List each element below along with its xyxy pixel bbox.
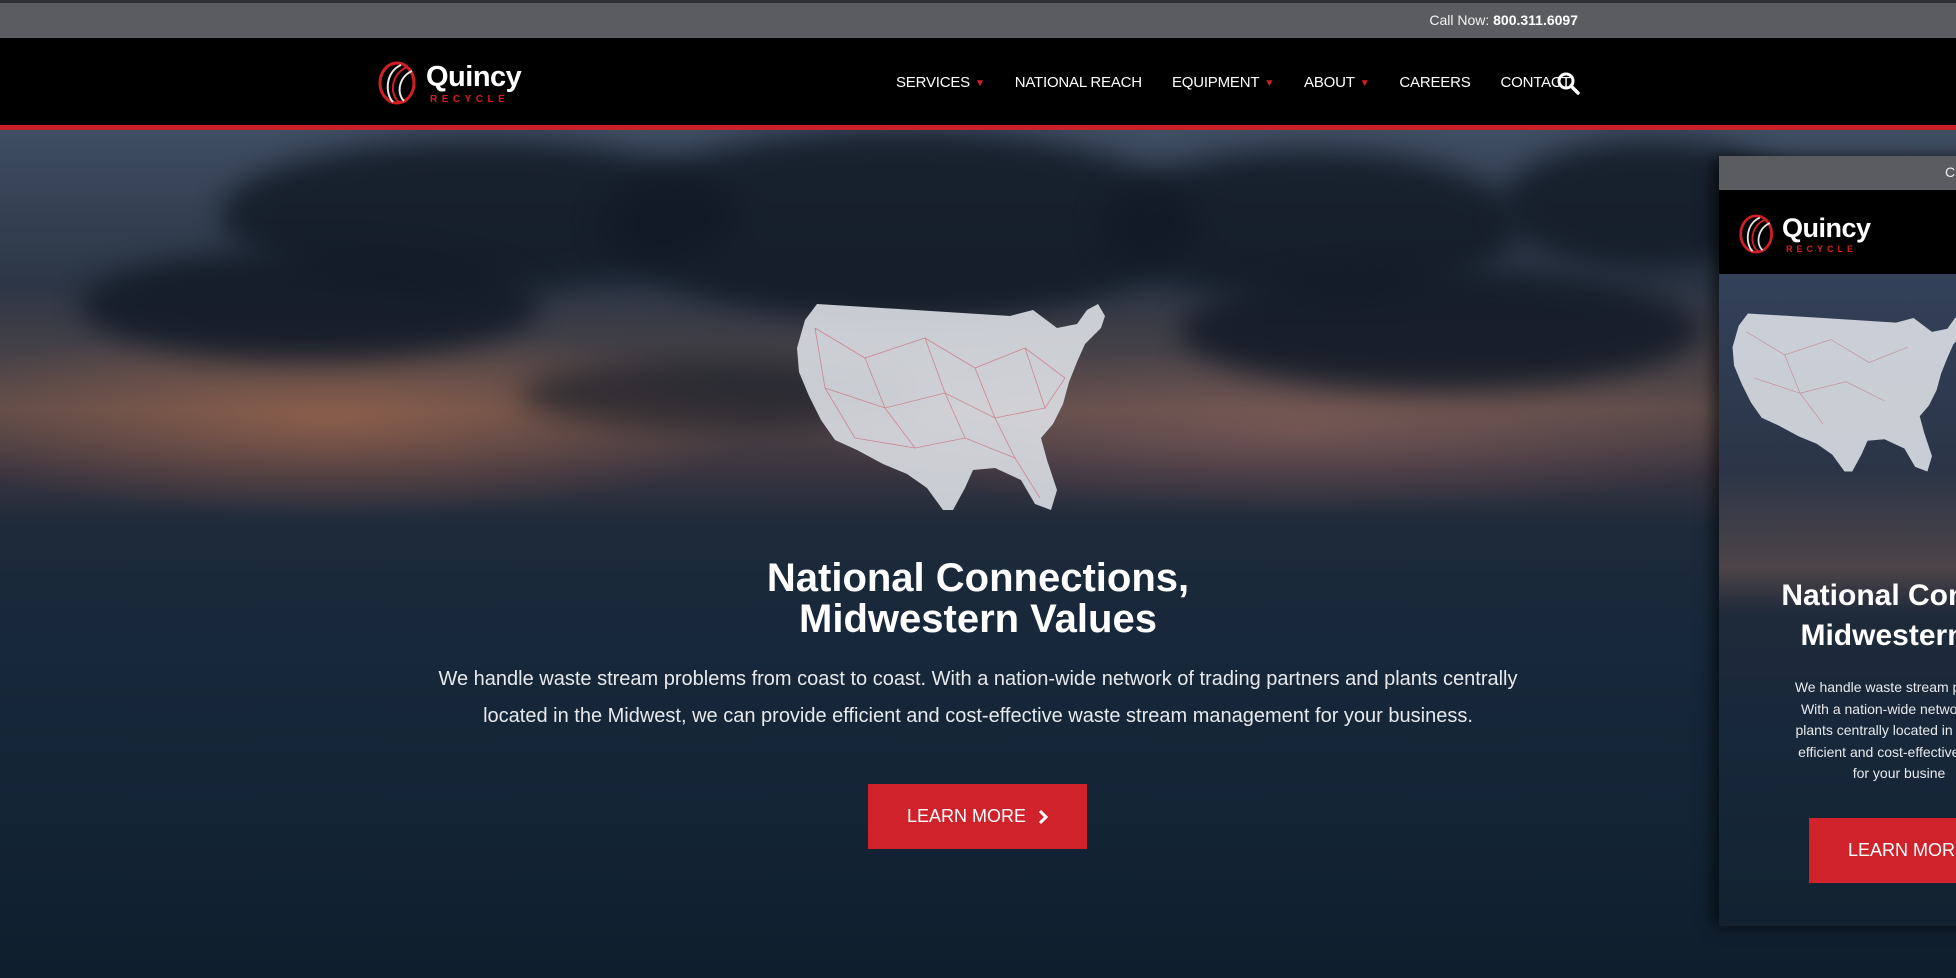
chevron-right-icon [1038, 809, 1049, 824]
preview-logo: Quincy RECYCLE [1738, 213, 1898, 257]
learn-more-label: LEARN MORE [906, 806, 1027, 826]
call-now-label: Call Now: [1429, 12, 1490, 28]
chevron-down-icon: ▼ [1359, 78, 1370, 89]
preview-heading-line: National Conn [1781, 579, 1956, 612]
nav-item-careers[interactable]: CAREERS [1399, 74, 1470, 91]
nav-item-label: SERVICES [896, 74, 970, 91]
nav-item-about[interactable]: ABOUT ▼ [1304, 74, 1370, 91]
preview-hero: National Conn Midwestern We handle waste… [1719, 274, 1956, 926]
nav-item-equipment[interactable]: EQUIPMENT ▼ [1172, 74, 1274, 91]
call-now[interactable]: Call Now: 800.311.6097 [1429, 12, 1578, 28]
logo-mark-icon [378, 61, 416, 105]
hero-heading-line: National Connections, [766, 556, 1190, 600]
preview-heading-line: Midwestern [1800, 619, 1956, 652]
nav-item-label: ABOUT [1304, 74, 1355, 91]
phone-number[interactable]: 800.311.6097 [1493, 12, 1578, 28]
preview-topbar: C [1719, 156, 1956, 190]
preview-description: We handle waste stream problem With a na… [1729, 677, 1956, 785]
logo-tagline: RECYCLE [1786, 244, 1858, 254]
preview-description-line: We handle waste stream problem [1794, 679, 1956, 695]
preview-navbar: Quincy RECYCLE [1719, 190, 1956, 274]
logo-wordmark: Quincy [1782, 213, 1871, 243]
hero-cloud [80, 250, 540, 360]
primary-nav: SERVICES ▼ NATIONAL REACH EQUIPMENT ▼ AB… [896, 74, 1601, 91]
us-network-map [797, 304, 1105, 510]
us-network-map [1732, 313, 1956, 472]
chevron-down-icon: ▼ [975, 78, 985, 89]
page-preview-panel[interactable]: C Quincy RECYCLE National Conn Midwester… [1719, 156, 1956, 926]
preview-topbar-text: C [1945, 164, 1956, 180]
search-icon[interactable] [1556, 71, 1580, 95]
preview-description-line: With a nation-wide network of tr [1800, 700, 1956, 717]
nav-item-label: CAREERS [1399, 74, 1471, 91]
logo-tagline: RECYCLE [430, 94, 510, 105]
hero-description-line: located in the Midwest, we can provide e… [483, 705, 1473, 727]
preview-learn-more-button[interactable]: LEARN MORE [1809, 818, 1956, 883]
logo-mark-icon [1739, 214, 1773, 254]
top-utility-bar: Call Now: 800.311.6097 [0, 0, 1956, 38]
logo-wordmark: Quincy [426, 61, 522, 93]
preview-description-line: plants centrally located in the Mid [1795, 722, 1956, 738]
preview-heading: National Conn Midwestern [1733, 576, 1956, 656]
preview-description-line: efficient and cost-effective waste [1798, 743, 1956, 760]
hero-heading-line: Midwestern Values [799, 597, 1157, 641]
hero-section: National Connections, Midwestern Values … [0, 130, 1956, 978]
chevron-down-icon: ▼ [1264, 78, 1275, 89]
main-navbar: Quincy RECYCLE SERVICES ▼ NATIONAL REACH… [0, 38, 1956, 130]
preview-learn-more-label: LEARN MORE [1848, 840, 1956, 860]
hero-cloud [1180, 270, 1700, 390]
hero-heading: National Connections, Midwestern Values [0, 558, 1956, 640]
preview-description-line: for your busine [1852, 765, 1946, 781]
hero-description: We handle waste stream problems from coa… [418, 661, 1538, 735]
hero-description-line: We handle waste stream problems from coa… [438, 668, 1518, 690]
nav-item-national-reach[interactable]: NATIONAL REACH [1015, 74, 1142, 91]
nav-item-label: EQUIPMENT [1171, 74, 1260, 91]
nav-item-label: NATIONAL REACH [1014, 74, 1142, 91]
nav-item-services[interactable]: SERVICES ▼ [896, 74, 985, 91]
quincy-recycle-logo[interactable]: Quincy RECYCLE [377, 60, 557, 108]
learn-more-button[interactable]: LEARN MORE [868, 784, 1087, 849]
